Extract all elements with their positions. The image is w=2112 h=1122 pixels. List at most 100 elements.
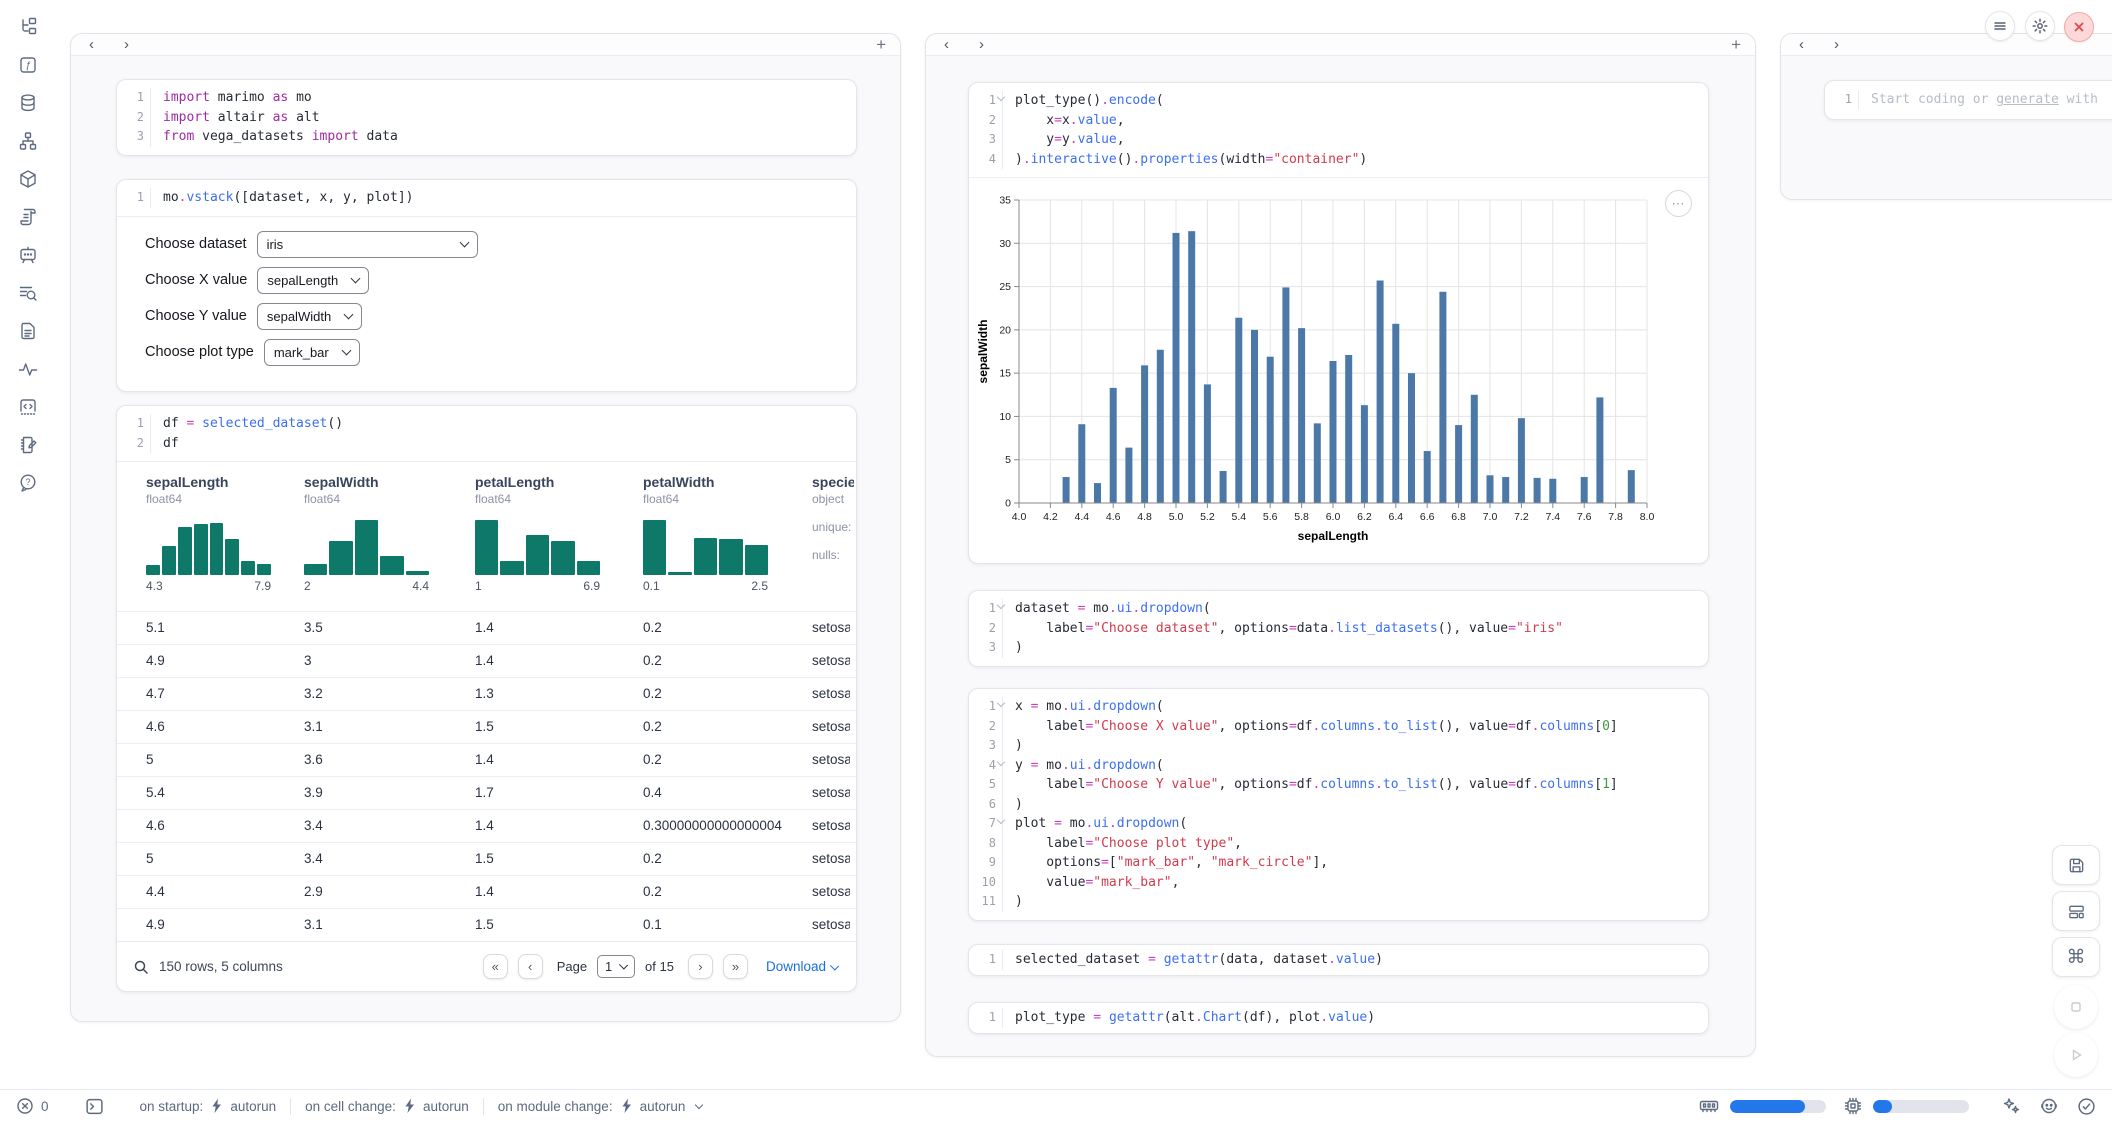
panel-file-tree-icon[interactable] [17,16,39,38]
left-notebook-panel: ‹ › + 1import marimo as mo2import altair… [70,33,901,1022]
table-row: 5.43.91.70.4setosa [117,776,856,809]
panel-dependency-graph-icon[interactable] [17,130,39,152]
svg-text:5.8: 5.8 [1294,511,1309,523]
panel-snippets-icon[interactable] [17,396,39,418]
run-mode-2[interactable]: on module change:autorun [498,1098,703,1114]
column-header[interactable]: petalLengthfloat6416.9 [475,474,625,593]
panel-search-docs-icon[interactable] [17,282,39,304]
cpu-icon [1844,1097,1862,1115]
panel-documentation-icon[interactable] [17,320,39,342]
terminal-icon [85,1097,104,1116]
cpu-meter [1873,1100,1969,1113]
code-line: 2 x=x.value, [969,111,1708,131]
chevron-down-icon [341,345,351,355]
svg-text:4.6: 4.6 [1106,511,1121,523]
bar-chart[interactable]: 4.04.24.44.64.85.05.25.45.65.86.06.26.46… [975,186,1690,554]
code-line: 2 label="Choose X value", options=df.col… [969,717,1708,737]
altair-chart-output[interactable]: 4.04.24.44.64.85.05.25.45.65.86.06.26.46… [969,178,1708,563]
close-panel-button[interactable] [2064,12,2094,42]
prev-page-button[interactable]: ‹ [518,954,543,979]
dropdown-label: Choose plot type [145,344,254,360]
error-circle-icon [16,1097,34,1115]
forward-arrow[interactable]: › [120,37,133,52]
code-line: 9 options=["mark_bar", "mark_circle"], [969,853,1708,873]
dropdown-select-choose-x-value[interactable]: sepalLength [257,267,369,294]
forward-arrow[interactable]: › [975,37,988,52]
connection-status-button[interactable] [2077,1097,2096,1116]
settings-button[interactable] [2025,11,2055,41]
close-icon [2073,21,2085,33]
svg-text:5.4: 5.4 [1231,511,1246,523]
code-line: 4y = mo.ui.dropdown( [969,756,1708,776]
svg-text:?: ? [25,477,30,487]
layout-button[interactable] [2052,891,2100,931]
cell-dataset-dropdown[interactable]: 1dataset = mo.ui.dropdown(2 label="Choos… [968,590,1709,667]
cell-vstack[interactable]: 1mo.vstack([dataset, x, y, plot]) Choose… [116,179,857,392]
back-arrow[interactable]: ‹ [1795,37,1808,52]
panel-chat-icon[interactable] [17,244,39,266]
panel-tracing-icon[interactable] [17,358,39,380]
dropdown-select-choose-dataset[interactable]: iris [257,231,478,258]
run-mode-0[interactable]: on startup:autorun [140,1098,277,1114]
dropdown-select-choose-plot-type[interactable]: mark_bar [264,339,360,366]
panel-help-icon[interactable]: ? [17,472,39,494]
cell-empty-editor[interactable]: 1 Start coding or generate with [1824,80,2112,120]
keyboard-shortcuts-button[interactable]: ⌘ [2052,937,2100,977]
panel-package-icon[interactable] [17,168,39,190]
cell-xy-plot-dropdowns[interactable]: 1x = mo.ui.dropdown(2 label="Choose X va… [968,688,1709,921]
column-header[interactable]: sepalLengthfloat644.37.9 [146,474,296,593]
table-row: 4.931.40.2setosa [117,644,856,677]
back-arrow[interactable]: ‹ [85,37,98,52]
robot-icon [2039,1096,2059,1116]
first-page-button[interactable]: « [483,954,508,979]
x-axis-title: sepalLength [1298,529,1369,543]
editor-placeholder: Start coding or generate with [1859,90,2098,110]
next-page-button[interactable]: › [688,954,713,979]
cell-imports[interactable]: 1import marimo as mo2import altair as al… [116,79,857,156]
forward-arrow[interactable]: › [1830,37,1843,52]
svg-text:15: 15 [999,368,1011,380]
panel-function-icon[interactable]: ƒ [17,54,39,76]
panel-scratchpad-icon[interactable] [17,434,39,456]
dropdown-select-choose-y-value[interactable]: sepalWidth [257,303,362,330]
right-panel-header: ‹ › [1781,34,2112,56]
download-button[interactable]: Download [766,959,838,974]
add-cell-button[interactable]: + [1731,35,1741,55]
save-button[interactable] [2052,845,2100,885]
play-icon [2067,1046,2085,1064]
column-header[interactable]: speciesobjectunique:nulls: [812,474,854,562]
last-page-button[interactable]: » [723,954,748,979]
search-icon[interactable] [133,959,149,975]
run-button[interactable] [2054,1033,2098,1077]
gear-icon [2032,18,2048,34]
error-indicator[interactable]: 0 [16,1097,49,1115]
column-header[interactable]: sepalWidthfloat6424.4 [304,474,454,593]
stop-button[interactable] [2054,985,2098,1029]
back-arrow[interactable]: ‹ [940,37,953,52]
run-mode-1[interactable]: on cell change:autorun [305,1098,469,1114]
add-cell-button[interactable]: + [876,35,886,55]
dropdown-label: Choose dataset [145,236,247,252]
ai-sparkles-button[interactable] [2001,1096,2021,1116]
cell-plot-type[interactable]: 1plot_type = getattr(alt.Chart(df), plot… [968,1002,1709,1034]
code-line: 3from vega_datasets import data [117,127,856,147]
cell-selected-dataset[interactable]: 1selected_dataset = getattr(data, datase… [968,944,1709,976]
ai-assistant-button[interactable] [2039,1096,2059,1116]
column-header[interactable]: petalWidthfloat640.12.5 [643,474,793,593]
cell-plot[interactable]: 1plot_type().encode(2 x=x.value,3 y=y.va… [968,82,1709,564]
svg-text:6.0: 6.0 [1326,511,1341,523]
svg-text:4.0: 4.0 [1012,511,1027,523]
generate-link[interactable]: generate [1996,92,2059,107]
panel-logs-icon[interactable] [17,206,39,228]
svg-text:6.8: 6.8 [1451,511,1466,523]
middle-notebook-panel: ‹ › + 1plot_type().encode(2 x=x.value,3 … [925,33,1756,1057]
panel-database-icon[interactable] [17,92,39,114]
chart-actions-button[interactable]: ⋯ [1665,190,1692,217]
cell-dataframe[interactable]: 1df = selected_dataset()2df sepalLengthf… [116,405,857,992]
terminal-button[interactable] [85,1097,104,1116]
menu-button[interactable] [1985,11,2015,41]
code-line: 1plot_type = getattr(alt.Chart(df), plot… [969,1008,1708,1028]
svg-text:7.8: 7.8 [1608,511,1623,523]
svg-text:6.6: 6.6 [1420,511,1435,523]
page-select[interactable]: 1 [597,955,635,978]
